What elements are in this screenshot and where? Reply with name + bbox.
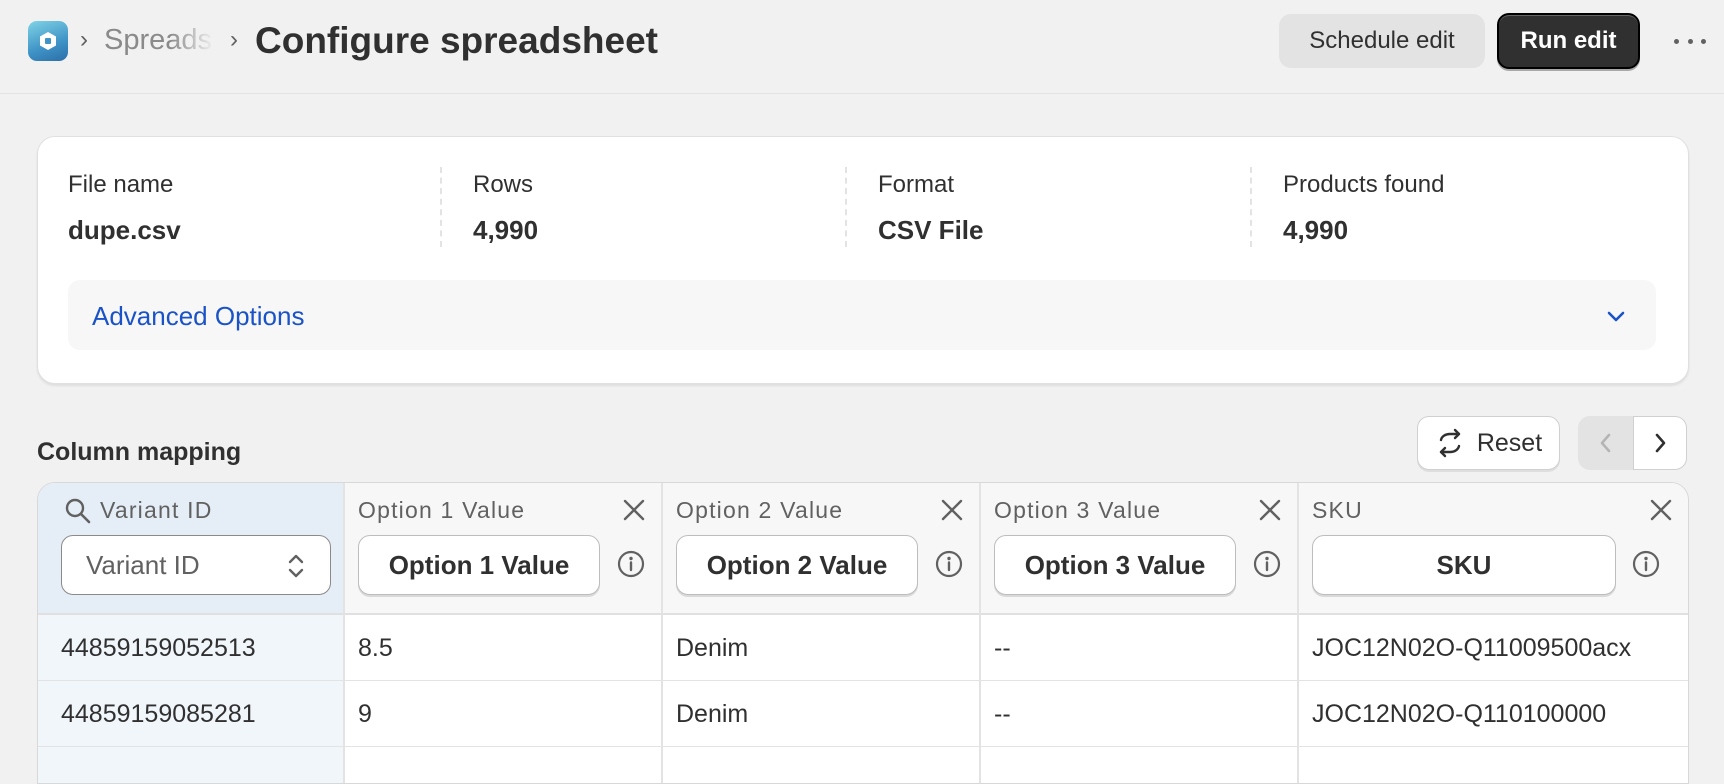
column-header: Variant ID Variant ID <box>38 483 343 615</box>
breadcrumb-separator: › <box>230 26 238 53</box>
stat-products-found: Products found 4,990 <box>1283 167 1643 255</box>
option-1-value-select[interactable]: Option 1 Value <box>358 535 600 595</box>
file-summary-card: File name dupe.csv Rows 4,990 Format CSV… <box>37 136 1689 384</box>
stat-label: Rows <box>473 171 534 198</box>
info-icon[interactable] <box>616 549 646 579</box>
option-3-value-select[interactable]: Option 3 Value <box>994 535 1236 595</box>
table-cell: Denim <box>663 681 979 747</box>
close-icon[interactable] <box>1257 497 1283 523</box>
info-icon[interactable] <box>1252 549 1282 579</box>
column-mapping-table: Variant ID Variant ID 44859159052513 448… <box>37 482 1689 784</box>
schedule-edit-button[interactable]: Schedule edit <box>1279 14 1485 68</box>
table-cell: 44859159052513 <box>38 615 343 681</box>
column-header: SKU SKU <box>1299 483 1688 615</box>
column-title: SKU <box>1312 497 1363 523</box>
previous-columns-button[interactable] <box>1578 416 1633 470</box>
chevron-left-icon <box>1600 433 1610 453</box>
table-cell: Denim <box>663 615 979 681</box>
chevron-right-icon <box>1655 433 1666 453</box>
column-title: Option 3 Value <box>994 497 1162 523</box>
table-cell: -- <box>981 615 1297 681</box>
column-option-1-value: Option 1 Value Option 1 Value 8.5 9 <box>345 483 663 783</box>
column-title: Option 1 Value <box>358 497 526 523</box>
sku-select[interactable]: SKU <box>1312 535 1616 595</box>
stat-value: dupe.csv <box>68 215 181 245</box>
column-title: Variant ID <box>100 497 213 523</box>
table-cell <box>345 747 661 783</box>
column-variant-id: Variant ID Variant ID 44859159052513 448… <box>38 483 345 783</box>
info-icon[interactable] <box>1631 549 1661 579</box>
column-option-3-value: Option 3 Value Option 3 Value -- -- <box>981 483 1299 783</box>
top-bar: › Spreadsheets › Configure spreadsheet S… <box>0 0 1724 94</box>
app-logo-icon[interactable] <box>28 21 68 61</box>
table-cell <box>38 747 343 783</box>
info-icon[interactable] <box>934 549 964 579</box>
column-title: Option 2 Value <box>676 497 844 523</box>
table-cell: JOC12N02O-Q11009500acx <box>1299 615 1688 681</box>
close-icon[interactable] <box>939 497 965 523</box>
more-actions-icon[interactable] <box>1672 26 1708 56</box>
table-cell: 44859159085281 <box>38 681 343 747</box>
select-arrows-icon <box>288 554 304 578</box>
reset-label: Reset <box>1476 428 1543 457</box>
next-columns-button[interactable] <box>1633 416 1687 470</box>
table-cell <box>1299 747 1688 783</box>
table-cell: -- <box>981 681 1297 747</box>
stat-divider <box>440 167 442 247</box>
variant-id-select[interactable]: Variant ID <box>61 535 331 595</box>
breadcrumb-spreadsheets-link[interactable]: Spreadsheets <box>104 24 214 57</box>
stat-label: Products found <box>1283 171 1445 198</box>
stat-file-name: File name dupe.csv <box>68 167 428 255</box>
search-icon <box>65 498 91 524</box>
advanced-options-label: Advanced Options <box>92 301 305 331</box>
stat-divider <box>845 167 847 247</box>
column-header: Option 2 Value Option 2 Value <box>663 483 979 615</box>
stat-rows: Rows 4,990 <box>473 167 833 255</box>
column-header: Option 1 Value Option 1 Value <box>345 483 661 615</box>
stat-divider <box>1250 167 1252 247</box>
column-mapping-title: Column mapping <box>37 438 242 466</box>
column-sku: SKU SKU JOC12N02O-Q11009500acx JOC12N02O… <box>1299 483 1688 783</box>
table-cell: 9 <box>345 681 661 747</box>
table-cell: JOC12N02O-Q110100000 <box>1299 681 1688 747</box>
close-icon[interactable] <box>1648 497 1674 523</box>
table-cell: 8.5 <box>345 615 661 681</box>
column-header: Option 3 Value Option 3 Value <box>981 483 1297 615</box>
reset-button[interactable]: Reset <box>1417 416 1560 470</box>
stat-label: File name <box>68 171 174 198</box>
breadcrumb-separator: › <box>80 26 88 53</box>
reset-arrows-icon <box>1439 428 1461 458</box>
column-option-2-value: Option 2 Value Option 2 Value Denim Deni… <box>663 483 981 783</box>
stat-format: Format CSV File <box>878 167 1238 255</box>
stat-value: CSV File <box>878 215 984 245</box>
table-cell <box>981 747 1297 783</box>
close-icon[interactable] <box>621 497 647 523</box>
advanced-options-toggle[interactable]: Advanced Options <box>68 280 1656 350</box>
table-cell <box>663 747 979 783</box>
stat-value: 4,990 <box>473 215 539 245</box>
stat-label: Format <box>878 171 955 198</box>
select-value: Variant ID <box>86 549 200 580</box>
option-2-value-select[interactable]: Option 2 Value <box>676 535 918 595</box>
column-pager <box>1578 416 1687 470</box>
stat-value: 4,990 <box>1283 215 1349 245</box>
run-edit-button[interactable]: Run edit <box>1497 13 1640 69</box>
page-title: Configure spreadsheet <box>255 20 658 61</box>
chevron-down-icon <box>1607 311 1625 322</box>
